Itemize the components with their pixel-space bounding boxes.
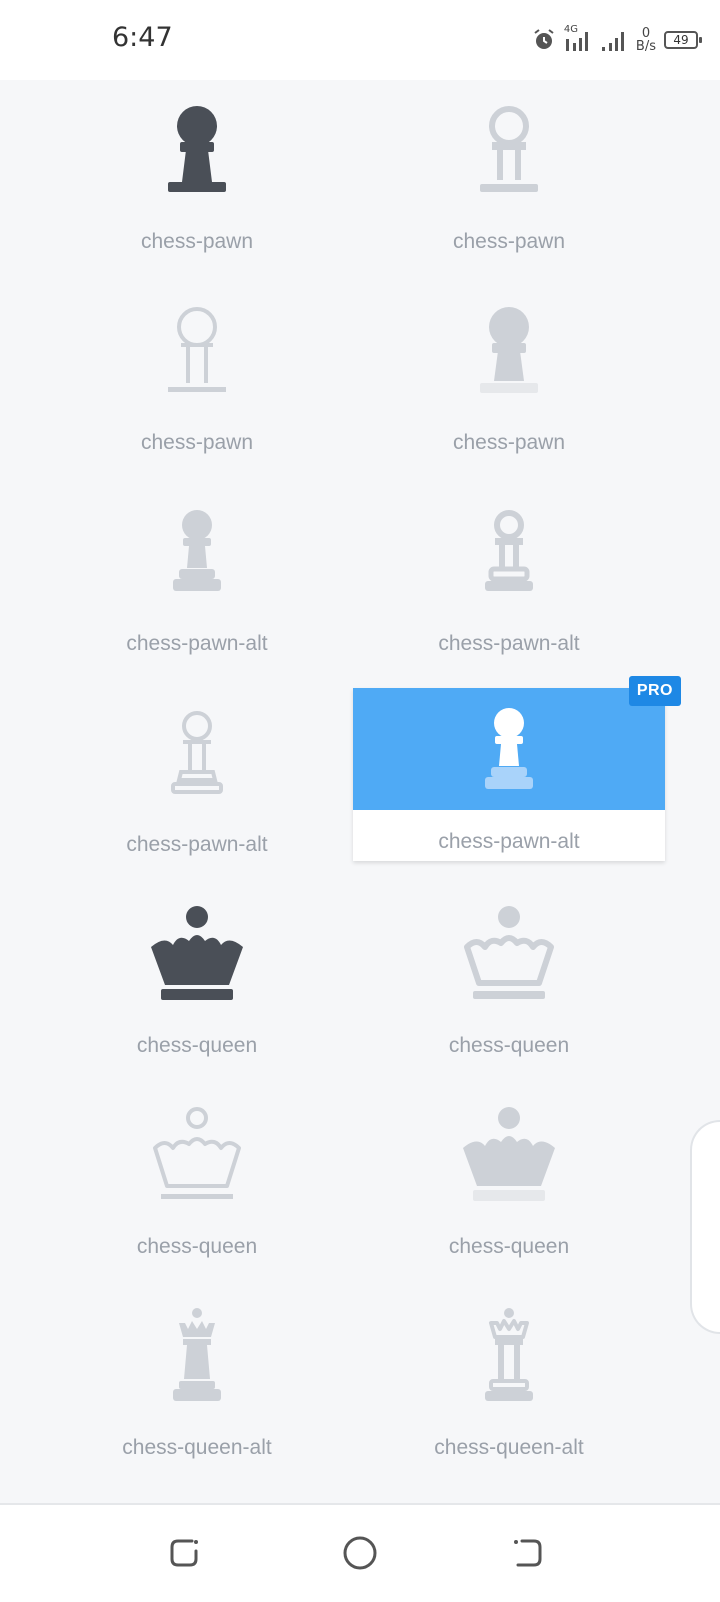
chess-pawn-alt-thin-icon — [171, 711, 223, 794]
chess-queen-thin-icon — [153, 1107, 241, 1199]
home-button[interactable] — [338, 1531, 382, 1575]
chess-queen-alt-outline-icon — [485, 1308, 533, 1401]
icon-label: chess-pawn-alt — [126, 833, 268, 856]
signal-strength-icon-2 — [601, 32, 624, 51]
icon-label: chess-queen — [136, 1034, 258, 1057]
icon-label: chess-pawn-alt — [126, 632, 268, 655]
icon-tile[interactable]: chess-pawn-alt — [41, 691, 353, 864]
icon-label: chess-pawn — [140, 230, 254, 253]
chess-pawn-alt-solid-icon — [173, 510, 221, 591]
system-nav-bar — [0, 1503, 720, 1602]
icon-tile[interactable]: chess-queen — [353, 892, 665, 1065]
icon-label: chess-pawn — [452, 431, 566, 454]
status-bar: 6:47 4G 0 B/s 49 — [0, 0, 720, 80]
network-speed: 0 B/s — [635, 26, 656, 54]
icon-label: chess-queen — [136, 1235, 258, 1258]
alarm-icon — [534, 29, 554, 49]
icon-label: chess-pawn-alt — [438, 632, 580, 655]
home-icon — [343, 1536, 377, 1570]
back-button[interactable] — [506, 1531, 550, 1575]
chess-pawn-alt-duotone-icon — [485, 708, 533, 789]
status-time: 6:47 — [112, 22, 173, 53]
chess-pawn-solid-icon — [168, 106, 226, 192]
network-type: 4G — [564, 24, 592, 53]
back-icon — [514, 1539, 542, 1567]
chess-queen-duotone-icon — [463, 1107, 555, 1201]
icon-tile-selected[interactable]: chess-pawn-alt PRO — [353, 676, 681, 861]
icon-tile[interactable]: chess-queen-alt — [41, 1294, 353, 1467]
recents-button[interactable] — [162, 1531, 206, 1575]
icon-tile[interactable]: chess-queen — [41, 1093, 353, 1266]
icon-label: chess-pawn — [140, 431, 254, 454]
icon-tile[interactable]: chess-queen — [353, 1093, 665, 1266]
signal-strength-icon — [565, 32, 588, 51]
status-icons: 4G 0 B/s 49 — [532, 22, 702, 58]
chess-queen-alt-solid-icon — [173, 1308, 221, 1401]
icon-label: chess-pawn — [452, 230, 566, 253]
chess-pawn-outline-icon — [480, 106, 538, 192]
icon-grid-scroll[interactable]: chess-pawn chess-pawn chess-pawn chess-p… — [0, 80, 720, 1503]
icon-label: chess-queen-alt — [122, 1436, 272, 1459]
icon-tile[interactable]: chess-pawn — [353, 289, 665, 462]
chess-pawn-alt-outline-icon — [485, 510, 533, 591]
side-drawer-handle[interactable] — [690, 1120, 720, 1334]
icon-label: chess-pawn-alt — [438, 830, 580, 853]
battery-indicator: 49 — [664, 31, 702, 49]
icon-tile[interactable]: chess-pawn-alt — [353, 490, 665, 663]
recents-icon — [170, 1539, 198, 1567]
pro-badge: PRO — [628, 676, 681, 706]
icon-tile[interactable]: chess-pawn — [41, 88, 353, 261]
chess-pawn-thin-outline-icon — [168, 307, 226, 392]
chess-pawn-duotone-icon — [480, 307, 538, 393]
chess-queen-outline-icon — [464, 906, 554, 999]
icon-tile[interactable]: chess-pawn — [353, 88, 665, 261]
chess-queen-solid-icon — [151, 906, 243, 1000]
icon-label: chess-queen — [448, 1034, 570, 1057]
icon-label: chess-queen-alt — [434, 1436, 584, 1459]
icon-label: chess-queen — [448, 1235, 570, 1258]
icon-tile[interactable]: chess-queen — [41, 892, 353, 1065]
icon-tile[interactable]: chess-pawn — [41, 289, 353, 462]
icon-tile[interactable]: chess-queen-alt — [353, 1294, 665, 1467]
icon-tile[interactable]: chess-pawn-alt — [41, 490, 353, 663]
